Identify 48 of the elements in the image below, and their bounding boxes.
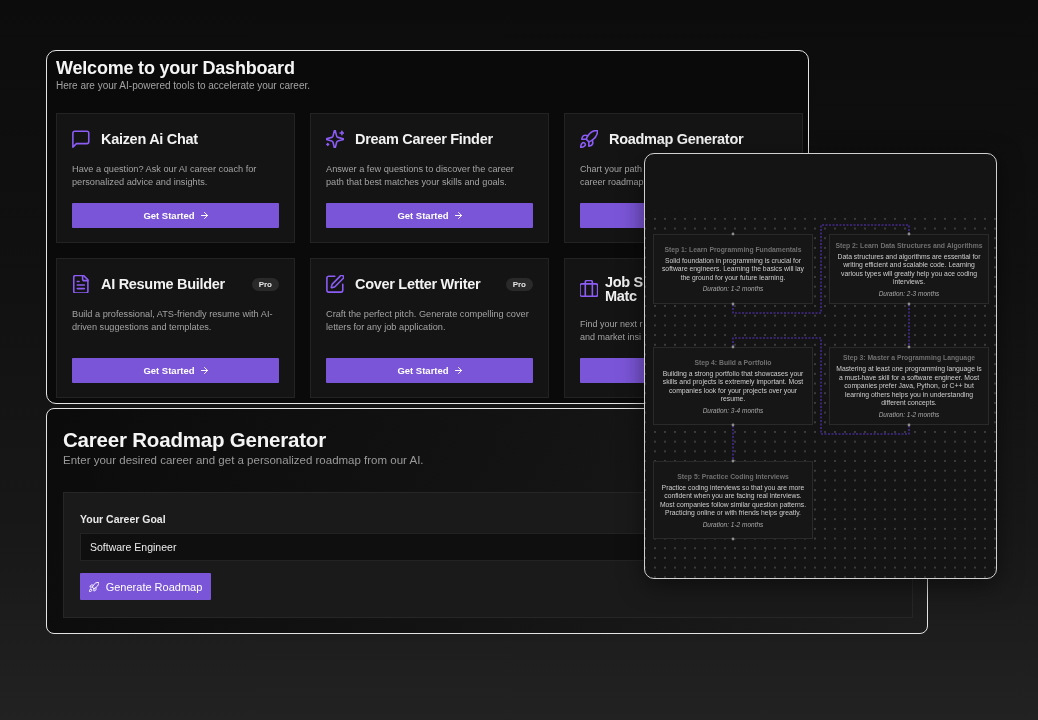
card-description: Build a professional, ATS-friendly resume with AI-driven suggestions and templates. xyxy=(72,308,274,334)
connection-dot-icon xyxy=(731,302,735,306)
connection-dot-icon xyxy=(731,423,735,427)
connection-dot-icon xyxy=(907,232,911,236)
pro-badge: Pro xyxy=(505,277,533,291)
get-started-button[interactable]: Get Started xyxy=(72,203,279,228)
pro-badge: Pro xyxy=(251,277,279,291)
card-description: Answer a few questions to discover the career path that best matches your skills and goals. xyxy=(326,163,515,189)
card-title: Kaizen Ai Chat xyxy=(101,132,198,146)
get-started-button[interactable]: Get Started xyxy=(326,203,533,228)
generator-subtitle: Enter your desired career and get a personalized roadmap from our AI. xyxy=(63,453,424,468)
arrow-right-icon xyxy=(454,367,462,374)
get-started-button[interactable]: Get Started xyxy=(72,358,279,383)
dashboard-subtitle: Here are your AI-powered tools to accelerate your career. xyxy=(56,79,311,92)
dashboard-title: Welcome to your Dashboard xyxy=(56,57,295,79)
card-title: Dream Career Finder xyxy=(355,132,493,146)
card-description: Craft the perfect pitch. Generate compelling cover letters for any job application. xyxy=(326,308,530,334)
card-description: Find your next r and market insi xyxy=(580,318,643,344)
document-icon xyxy=(72,275,90,293)
field-label: Your Career Goal xyxy=(80,512,166,526)
chat-bubble-icon xyxy=(72,130,90,148)
connection-dot-icon xyxy=(907,423,911,427)
action-button[interactable] xyxy=(580,358,646,383)
pencil-square-icon xyxy=(326,275,344,293)
arrow-right-icon xyxy=(200,367,208,374)
connection-dot-icon xyxy=(731,537,735,541)
card-title: AI Resume Builder xyxy=(101,277,225,291)
career-goal-input[interactable]: Software Engineer xyxy=(80,533,646,561)
arrow-right-icon xyxy=(200,212,208,219)
connection-dot-icon xyxy=(731,232,735,236)
card-title: Cover Letter Writer xyxy=(355,277,481,291)
connection-dot-icon xyxy=(731,345,735,349)
sparkles-icon xyxy=(326,130,344,148)
arrow-right-icon xyxy=(454,212,462,219)
connection-dot-icon xyxy=(907,302,911,306)
generate-roadmap-button[interactable]: Generate Roadmap xyxy=(80,573,211,600)
card-title: Roadmap Generator xyxy=(609,132,744,146)
get-started-button[interactable]: Get Started xyxy=(326,358,533,383)
briefcase-icon xyxy=(580,280,598,298)
card-title: Job S Matc xyxy=(605,275,643,303)
rocket-icon xyxy=(580,130,598,148)
action-button[interactable] xyxy=(580,203,646,228)
generator-title: Career Roadmap Generator xyxy=(63,427,326,453)
rocket-icon xyxy=(88,581,99,592)
connection-dot-icon xyxy=(731,459,735,463)
card-description: Have a question? Ask our AI career coach for personalized advice and insights. xyxy=(72,163,258,189)
card-description: Chart your path career roadmap xyxy=(580,163,644,189)
connection-dot-icon xyxy=(907,345,911,349)
